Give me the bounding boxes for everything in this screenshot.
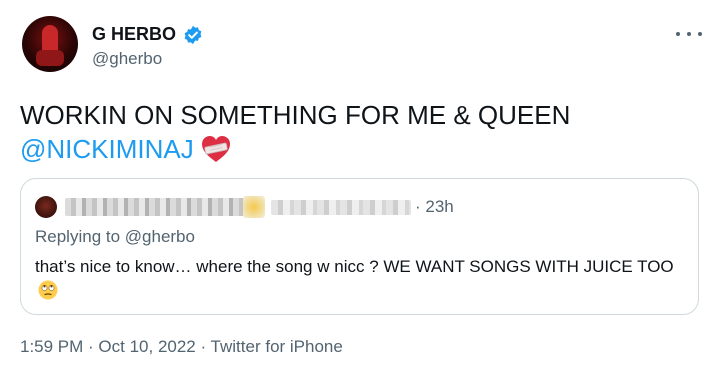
quoted-tweet[interactable]: · 23h Replying to @gherbo that’s nice to… bbox=[20, 178, 699, 315]
verified-badge-icon bbox=[184, 25, 202, 44]
face-with-rolling-eyes-icon bbox=[38, 280, 58, 300]
avatar[interactable] bbox=[22, 16, 78, 72]
avatar-figure-base bbox=[36, 50, 64, 66]
tweet-card: G HERBO @gherbo WORKIN ON SOMETHING FOR … bbox=[0, 0, 720, 378]
author-name-row: G HERBO bbox=[92, 24, 203, 45]
more-options-icon[interactable] bbox=[676, 27, 702, 41]
quoted-text-body: that’s nice to know… where the song w ni… bbox=[35, 257, 674, 276]
blurred-emoji bbox=[243, 196, 265, 218]
author-display-name[interactable]: G HERBO bbox=[92, 24, 176, 45]
tweet-text: WORKIN ON SOMETHING FOR ME & QUEEN @NICK… bbox=[20, 98, 700, 166]
replying-to: Replying to @gherbo bbox=[35, 227, 195, 246]
mending-heart-icon bbox=[201, 136, 230, 162]
quoted-avatar[interactable] bbox=[35, 196, 57, 218]
mention-link[interactable]: @NICKIMINAJ bbox=[20, 134, 194, 164]
author-handle[interactable]: @gherbo bbox=[92, 49, 162, 69]
quoted-timestamp[interactable]: · 23h bbox=[415, 197, 454, 217]
quoted-tweet-text: that’s nice to know… where the song w ni… bbox=[35, 255, 685, 303]
tweet-metadata[interactable]: 1:59 PM · Oct 10, 2022 · Twitter for iPh… bbox=[20, 337, 343, 357]
blurred-display-name bbox=[65, 198, 245, 216]
tweet-text-body: WORKIN ON SOMETHING FOR ME & QUEEN bbox=[20, 100, 571, 130]
blurred-handle bbox=[271, 200, 411, 215]
